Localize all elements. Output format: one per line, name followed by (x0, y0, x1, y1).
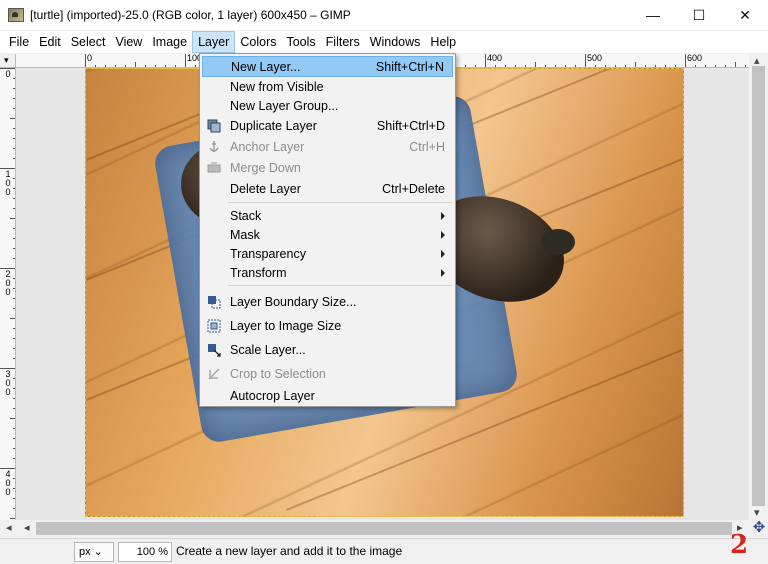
layer-menu: New Layer... Shift+Ctrl+N New from Visib… (199, 53, 456, 407)
unit-select[interactable]: px ⌄ (74, 542, 114, 562)
menu-layer[interactable]: Layer (192, 31, 236, 53)
layer-to-image-icon (206, 318, 222, 334)
ruler-tick (185, 54, 186, 67)
ruler-label: 0 (5, 69, 11, 79)
navigate-icon[interactable]: ✥ (751, 520, 767, 536)
menu-help[interactable]: Help (425, 31, 461, 53)
crop-icon (206, 366, 222, 382)
duplicate-layer-icon (206, 118, 222, 134)
ruler-label: 400 (487, 54, 503, 63)
ruler-tick (85, 54, 86, 67)
ruler-label: 500 (587, 54, 603, 63)
ruler-label: 100 (5, 169, 11, 197)
status-message: Create a new layer and add it to the ima… (176, 544, 403, 558)
scroll-left-icon[interactable]: ◂ (6, 521, 12, 534)
ruler-tick (585, 54, 586, 67)
menu-item-transform[interactable]: Transform (202, 262, 453, 283)
maximize-button[interactable]: ☐ (676, 0, 722, 30)
menu-select[interactable]: Select (66, 31, 111, 53)
merge-down-icon (206, 160, 222, 176)
menu-item-new-layer-group[interactable]: New Layer Group... (202, 95, 453, 116)
zoom-input[interactable]: 100 % (118, 542, 172, 562)
submenu-arrow-icon (441, 268, 445, 277)
menu-item-scale-layer[interactable]: Scale Layer... (202, 339, 453, 360)
scale-layer-icon (206, 342, 222, 358)
horizontal-scroll-thumb[interactable] (36, 522, 732, 535)
ruler-label: 0 (87, 54, 93, 63)
ruler-label: 600 (687, 54, 703, 63)
menu-item-layer-to-image-size[interactable]: Layer to Image Size (202, 315, 453, 336)
menu-filters[interactable]: Filters (321, 31, 365, 53)
submenu-arrow-icon (441, 211, 445, 220)
menu-item-delete-layer[interactable]: Delete Layer Ctrl+Delete (202, 178, 453, 199)
submenu-arrow-icon (441, 230, 445, 239)
menu-bar: File Edit Select View Image Layer Colors… (0, 31, 768, 53)
menu-edit[interactable]: Edit (34, 31, 66, 53)
menu-windows[interactable]: Windows (365, 31, 426, 53)
step-badge: 2 (730, 530, 749, 560)
menu-item-transparency[interactable]: Transparency (202, 243, 453, 264)
menu-item-autocrop-layer[interactable]: Autocrop Layer (202, 385, 453, 406)
chevron-down-icon: ⌄ (90, 546, 103, 558)
menu-item-merge-down[interactable]: Merge Down (202, 157, 453, 178)
menu-item-mask[interactable]: Mask (202, 224, 453, 245)
status-bar: px ⌄ 100 % Create a new layer and add it… (0, 538, 768, 564)
menu-file[interactable]: File (4, 31, 34, 53)
ruler-corner[interactable]: ▾ (0, 54, 16, 68)
scroll-left-icon[interactable]: ◂ (24, 521, 30, 534)
anchor-icon (206, 139, 222, 155)
menu-image[interactable]: Image (147, 31, 192, 53)
menu-item-new-layer[interactable]: New Layer... Shift+Ctrl+N (202, 56, 453, 77)
scroll-down-icon[interactable]: ▾ (754, 506, 760, 519)
layer-boundary-icon (206, 294, 222, 310)
menu-item-new-from-visible[interactable]: New from Visible (202, 76, 453, 97)
horizontal-scrollbar[interactable]: ◂ ◂ ▸ (0, 520, 749, 537)
vertical-scrollbar[interactable]: ▴ ▾ (749, 54, 768, 520)
vertical-scroll-thumb[interactable] (752, 66, 765, 506)
ruler-tick (485, 54, 486, 67)
submenu-arrow-icon (441, 249, 445, 258)
close-button[interactable]: ✕ (722, 0, 768, 30)
ruler-tick (685, 54, 686, 67)
gimp-app-icon (8, 8, 24, 22)
menu-item-anchor-layer[interactable]: Anchor Layer Ctrl+H (202, 136, 453, 157)
menu-item-duplicate-layer[interactable]: Duplicate Layer Shift+Ctrl+D (202, 115, 453, 136)
minimize-button[interactable]: — (630, 0, 676, 30)
menu-item-stack[interactable]: Stack (202, 205, 453, 226)
menu-item-crop-to-selection[interactable]: Crop to Selection (202, 363, 453, 384)
vertical-ruler[interactable]: 0 100 200 300 400 (0, 68, 16, 520)
menu-tools[interactable]: Tools (281, 31, 320, 53)
turtle-head (541, 229, 575, 255)
ruler-label: 400 (5, 469, 11, 497)
window-title: [turtle] (imported)-25.0 (RGB color, 1 l… (30, 8, 351, 22)
menu-view[interactable]: View (110, 31, 147, 53)
menu-colors[interactable]: Colors (235, 31, 281, 53)
title-bar: [turtle] (imported)-25.0 (RGB color, 1 l… (0, 0, 768, 30)
menu-item-layer-boundary-size[interactable]: Layer Boundary Size... (202, 291, 453, 312)
ruler-label: 300 (5, 369, 11, 397)
ruler-label: 200 (5, 269, 11, 297)
